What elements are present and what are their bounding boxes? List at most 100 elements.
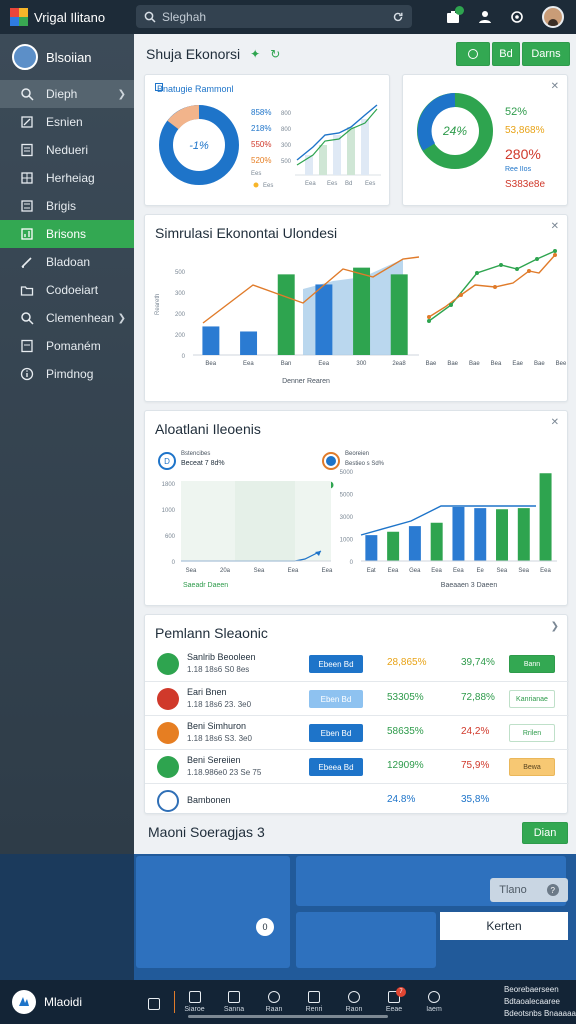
bottom-panel: Tlano ? Kerten 0 (0, 854, 576, 980)
legend-title: Beoreien (345, 451, 369, 457)
pin-icon[interactable]: ✦ (250, 47, 260, 61)
bd-button[interactable]: Bd (492, 42, 520, 66)
y-tick-label: 1000 (162, 508, 176, 514)
brand[interactable]: Vrigal Ilitano (0, 8, 134, 26)
y-axis-label: Reareth (155, 294, 161, 315)
row-name: Eari Bnen (187, 687, 227, 697)
table-row[interactable]: Sanlrib Beooleen 1.18 18s6 S0 8es Ebeen Bd… (145, 647, 569, 681)
row-tag[interactable]: Kanrianae (509, 690, 555, 708)
sidebar-user[interactable]: Blsoiian (0, 34, 134, 80)
row-sub: 1.18.986e0 23 Se 75 (187, 768, 262, 777)
sidebar-item-brisons[interactable]: Brisons (0, 220, 134, 248)
row-name: Bambonen (187, 795, 231, 805)
users-icon[interactable] (478, 10, 492, 24)
row-tag[interactable]: Rrilen (509, 724, 555, 742)
row-sub: 1.18 18s6 23. 3e0 (187, 700, 252, 709)
sidebar-item-bladoan[interactable]: Bladoan (0, 248, 134, 276)
row-tag[interactable]: Bewa (509, 758, 555, 776)
bar (240, 331, 258, 355)
row-tag[interactable]: Bann (509, 655, 555, 673)
x-tick-label: 20a (220, 568, 231, 574)
line-y-1: 800 (281, 111, 292, 117)
x-tick-label: Eea (388, 568, 399, 574)
page-title: Shuja Ekonorsi (146, 46, 241, 62)
sidebar-item-pomanem[interactable]: Pomaném (0, 332, 134, 360)
bottom-nav-item[interactable] (134, 998, 174, 1013)
bottom-nav-item[interactable]: Iaem (414, 991, 454, 1013)
card2-chart: 24% 52% 53,868% 280% Ree IIos S383e8e (417, 93, 545, 190)
line-x-1: Eea (305, 181, 316, 187)
sidebar-item-pimdnog[interactable]: Pimdnog (0, 360, 134, 388)
row-pill[interactable]: Ebeen Bd (309, 655, 363, 673)
refresh-icon[interactable] (392, 11, 404, 23)
row-sub: 1.18 18s6 S3. 3e0 (187, 734, 252, 743)
panel-tile[interactable] (296, 912, 436, 968)
line-point (515, 267, 519, 271)
y-tick-label: 200 (175, 333, 186, 339)
home-indicator (188, 1015, 388, 1018)
row-pill[interactable]: Eben Bd (309, 724, 363, 742)
legend-icon-letter: D (164, 457, 170, 466)
user-avatar[interactable] (542, 6, 564, 28)
search-input[interactable] (162, 9, 386, 24)
top-bar: Vrigal Ilitano (0, 0, 576, 34)
grid-icon (20, 171, 34, 185)
y-tick-label: 200 (175, 312, 186, 318)
table-row[interactable]: Beni Simhuron 1.18 18s6 S3. 3e0 Eben Bd 586… (145, 715, 569, 749)
simulation-chart: 500 300 200 200 0 Reareth Bea Eea Ban Eea 300 2ea8 D… (155, 249, 567, 385)
sidebar-item-nedueri[interactable]: Nedueri (0, 136, 134, 164)
bottom-nav-item[interactable]: Siaroe (174, 991, 214, 1013)
bottom-brand[interactable]: Mlaoidi (0, 990, 134, 1014)
notification-icon[interactable] (446, 6, 464, 24)
circle-icon (268, 991, 280, 1003)
percent-2: 218% (251, 124, 271, 133)
app-name: Vrigal Ilitano (34, 9, 106, 25)
bottom-nav-item[interactable]: Sanna (214, 991, 254, 1013)
sidebar-item-esnien[interactable]: Esnien (0, 108, 134, 136)
bottom-nav-label: Iaem (426, 1006, 442, 1013)
row-pill[interactable]: Eben Bd (309, 690, 363, 708)
table-row[interactable]: Beni Sereiien 1.18.986e0 23 Se 75 Ebeea Bd… (145, 749, 569, 783)
sidebar-item-codoeiart[interactable]: Codoeiart (0, 276, 134, 304)
table-row[interactable]: Eari Bnen 1.18 18s6 23. 3e0 Eben Bd 53305% 7… (145, 681, 569, 715)
bar (390, 274, 408, 355)
bottom-nav-item[interactable]: Raan (254, 991, 294, 1013)
x-tick-label: Ban (281, 361, 292, 367)
bottom-nav-item[interactable]: Renri (294, 991, 334, 1013)
sidebar-item-clemenhean[interactable]: Clemenhean ❯ (0, 304, 134, 332)
bottom-nav-item[interactable]: Eeae 7 (374, 987, 414, 1013)
refresh-icon[interactable]: ↻ (270, 47, 280, 61)
panel-tile[interactable] (136, 856, 290, 968)
table-row[interactable]: Bambonen 24.8% 35,8% (145, 783, 569, 817)
x-tick-label: Bea (491, 361, 502, 367)
chevron-right-icon[interactable]: ❯ (551, 621, 559, 632)
x-tick-label: Bae (426, 361, 437, 367)
plan-card: Pemlann Sleaonic ❯ Sanlrib Beooleen 1.18 … (144, 614, 569, 817)
sidebar-item-dieph[interactable]: Dieph ❯ (0, 80, 134, 108)
y-tick-label: 600 (165, 534, 176, 540)
panel-indicator[interactable]: 0 (256, 918, 274, 936)
document-icon (20, 143, 34, 157)
darns-button[interactable]: Darns (522, 42, 570, 66)
sidebar-item-label: Brigis (46, 199, 77, 213)
bar (387, 531, 400, 561)
search-bar[interactable] (136, 5, 412, 28)
help-icon[interactable]: ? (546, 884, 559, 896)
bottom-nav-item[interactable]: Raon (334, 991, 374, 1013)
notification-badge: 7 (396, 987, 406, 997)
section-button[interactable]: Dian (522, 822, 568, 844)
card-title: Pemlann Sleaonic (155, 625, 268, 641)
circle-button[interactable] (456, 42, 490, 66)
settings-icon[interactable] (510, 10, 524, 24)
panel-pill[interactable]: Tlano ? (490, 878, 568, 902)
row-sub: 1.18 18s6 S0 8es (187, 665, 250, 674)
y-tick-label: 0 (182, 354, 186, 360)
sidebar-item-brigis[interactable]: Brigis (0, 192, 134, 220)
panel-button[interactable]: Kerten (440, 912, 568, 940)
row-name: Beni Simhuron (187, 721, 247, 731)
row-pill[interactable]: Ebeea Bd (309, 758, 363, 776)
circle-icon (348, 991, 360, 1003)
sidebar-item-label: Clemenhean (46, 311, 115, 325)
y-tick-label: 300 (175, 291, 186, 297)
sidebar-item-herheiag[interactable]: Herheiag (0, 164, 134, 192)
